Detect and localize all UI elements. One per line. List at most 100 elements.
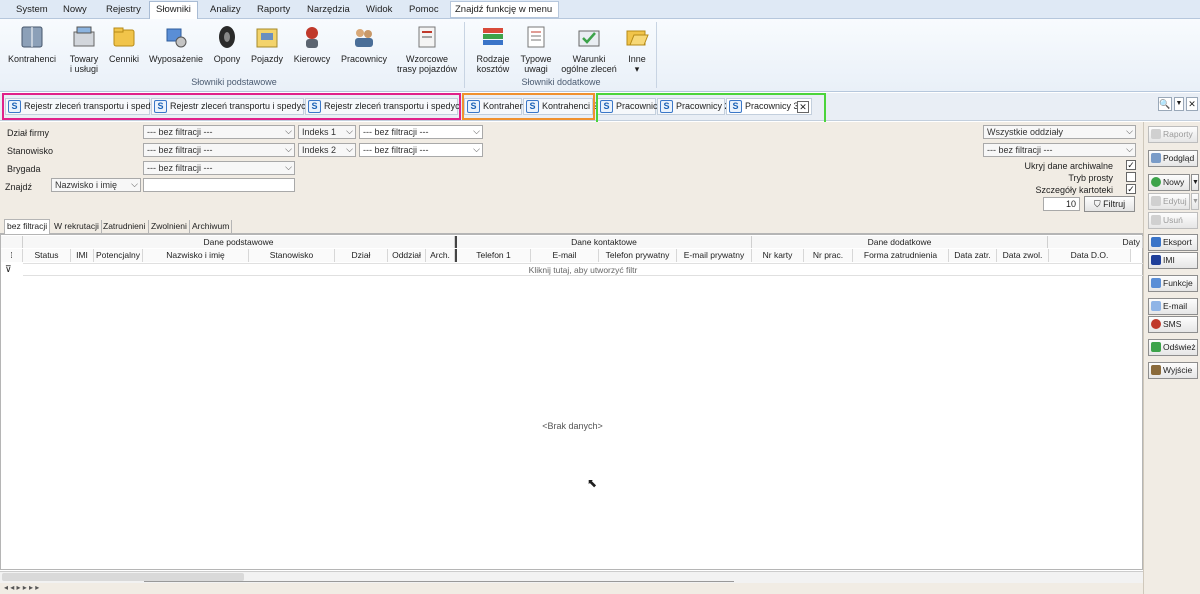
dzial-select[interactable]: --- bez filtracji ---	[143, 125, 295, 139]
col-stanowisko[interactable]: Stanowisko	[249, 249, 335, 262]
menu-narzedzia[interactable]: Narzędzia	[301, 2, 356, 19]
ribbon-pracownicy-button[interactable]: Pracownicy	[338, 24, 390, 64]
subtab-archiwum[interactable]: Archiwum	[190, 220, 233, 234]
ribbon-warunki-button[interactable]: Warunki ogólne zleceń	[558, 24, 620, 74]
ribbon-opony-button[interactable]: Opony	[210, 24, 244, 64]
index2-value-select[interactable]: --- bez filtracji ---	[359, 143, 483, 157]
ribbon-towary-button[interactable]: Towary i usługi	[64, 24, 104, 74]
menu-rejestry[interactable]: Rejestry	[100, 2, 147, 19]
label-stanowisko: Stanowisko	[7, 146, 54, 156]
nowy-dropdown-icon[interactable]: ▼	[1191, 174, 1199, 191]
index1-value-select[interactable]: --- bez filtracji ---	[359, 125, 483, 139]
col-arch[interactable]: Arch.	[426, 249, 455, 262]
filter-icon: ⛉	[1093, 199, 1104, 209]
ribbon-rodzaje-kosztow-button[interactable]: Rodzaje kosztów	[472, 24, 514, 74]
refresh-icon	[1151, 342, 1161, 352]
col-data-zwol[interactable]: Data zwol.	[997, 249, 1049, 262]
page-size-input[interactable]: 10	[1043, 197, 1080, 211]
card-details-checkbox[interactable]: ✓	[1126, 184, 1136, 194]
subtab-zwolnieni[interactable]: Zwolnieni	[149, 220, 190, 234]
ribbon-kierowcy-button[interactable]: Kierowcy	[291, 24, 333, 64]
filter-button[interactable]: ⛉ Filtruj	[1084, 196, 1135, 212]
ribbon-typowe-uwagi-button[interactable]: Typowe uwagi	[518, 24, 554, 74]
col-dzial[interactable]: Dział	[335, 249, 388, 262]
col-email-prywatny[interactable]: E-mail prywatny	[677, 249, 752, 262]
edytuj-button[interactable]: Edytuj	[1148, 193, 1190, 210]
col-nr-karty[interactable]: Nr karty	[752, 249, 804, 262]
col-status[interactable]: Status	[23, 249, 71, 262]
chevron-down-icon[interactable]: ▼	[1174, 97, 1184, 111]
group-label-basic: Słowniki podstawowe	[191, 77, 277, 87]
podglad-button[interactable]: Podgląd	[1148, 150, 1198, 167]
subtab-bez-filtracji[interactable]: bez filtracji	[4, 219, 51, 234]
index1-select[interactable]: Indeks 1	[298, 125, 356, 139]
menu-nowy[interactable]: Nowy	[57, 2, 93, 19]
ribbon-kontrahenci-button[interactable]: Kontrahenci	[6, 24, 58, 64]
edytuj-dropdown-icon[interactable]: ▼	[1191, 193, 1199, 210]
raporty-button[interactable]: Raporty	[1148, 126, 1198, 143]
eksport-button[interactable]: Eksport	[1148, 234, 1198, 251]
book-icon	[19, 24, 45, 50]
sms-button[interactable]: SMS	[1148, 316, 1198, 333]
col-forma-zatrudnienia[interactable]: Forma zatrudnienia	[853, 249, 949, 262]
search-icon[interactable]: 🔍	[1158, 97, 1172, 111]
menu-analizy[interactable]: Analizy	[204, 2, 247, 19]
funkcje-button[interactable]: Funkcje	[1148, 275, 1198, 292]
data-grid: Dane podstawowe Dane kontaktowe Dane dod…	[0, 234, 1143, 570]
highlight-kontrahenci-group	[462, 93, 595, 120]
branch-filter-select[interactable]: --- bez filtracji ---	[983, 143, 1136, 157]
col-telefon-prywatny[interactable]: Telefon prywatny	[599, 249, 677, 262]
col-imi[interactable]: IMI	[71, 249, 94, 262]
ribbon-pojazdy-button[interactable]: Pojazdy	[249, 24, 285, 64]
hide-archival-checkbox[interactable]: ✓	[1126, 160, 1136, 170]
footer-line	[144, 581, 734, 582]
ribbon-inne-button[interactable]: Inne ▾	[622, 24, 652, 74]
col-email[interactable]: E-mail	[531, 249, 599, 262]
search-by-select[interactable]: Nazwisko i imię	[51, 178, 141, 192]
menu-slowniki[interactable]: Słowniki	[149, 1, 198, 20]
label-hide-archival: Ukryj dane archiwalne	[1024, 161, 1113, 171]
branches-select[interactable]: Wszystkie oddziały	[983, 125, 1136, 139]
imi-button[interactable]: IMI	[1148, 252, 1198, 269]
col-telefon1[interactable]: Telefon 1	[455, 249, 531, 262]
index2-select[interactable]: Indeks 2	[298, 143, 356, 157]
scroll-thumb[interactable]	[2, 573, 244, 581]
label-znajdz: Znajdź	[5, 182, 33, 192]
usun-button[interactable]: Usuń	[1148, 212, 1198, 229]
col-data-zatr[interactable]: Data zatr.	[949, 249, 997, 262]
stanowisko-select[interactable]: --- bez filtracji ---	[143, 143, 295, 157]
menu-widok[interactable]: Widok	[360, 2, 398, 19]
menu-pomoc[interactable]: Pomoc	[403, 2, 445, 19]
sub-tabs: bez filtracji W rekrutacji Zatrudnieni Z…	[0, 217, 1143, 234]
simple-mode-checkbox[interactable]	[1126, 172, 1136, 182]
search-input[interactable]	[143, 178, 295, 192]
close-all-icon[interactable]: ✕	[1186, 97, 1198, 111]
menu-raporty[interactable]: Raporty	[251, 2, 296, 19]
find-function-box[interactable]: Znajdź funkcję w menu	[450, 1, 559, 18]
odswiez-button[interactable]: Odśwież	[1148, 339, 1198, 356]
menu-system[interactable]: System	[10, 2, 54, 19]
col-data-do[interactable]: Data D.O.	[1049, 249, 1131, 262]
preview-icon	[1151, 153, 1161, 163]
col-oddzial[interactable]: Oddział	[388, 249, 426, 262]
col-nr-prac[interactable]: Nr prac.	[804, 249, 853, 262]
tire-icon	[214, 24, 240, 50]
sms-icon	[1151, 319, 1161, 329]
brygada-select[interactable]: --- bez filtracji ---	[143, 161, 295, 175]
horizontal-scrollbar[interactable]: 0	[0, 571, 1143, 583]
ribbon-cenniki-button[interactable]: Cenniki	[106, 24, 142, 64]
subtab-w-rekrutacji[interactable]: W rekrutacji	[52, 220, 102, 234]
nowy-button[interactable]: Nowy	[1148, 174, 1190, 191]
label-dzial: Dział firmy	[7, 128, 49, 138]
label-simple-mode: Tryb prosty	[1068, 173, 1113, 183]
ribbon-wzorcowe-trasy-button[interactable]: Wzorcowe trasy pojazdów	[394, 24, 460, 74]
wyjscie-button[interactable]: Wyjście	[1148, 362, 1198, 379]
subtab-zatrudnieni[interactable]: Zatrudnieni	[101, 220, 149, 234]
ribbon-wyposazenie-button[interactable]: Wyposażenie	[146, 24, 206, 64]
filter-row[interactable]: Kliknij tutaj, aby utworzyć filtr	[23, 263, 1143, 276]
exit-icon	[1151, 365, 1161, 375]
col-nazwisko[interactable]: Nazwisko i imię	[143, 249, 249, 262]
col-potencjalny[interactable]: Potencjalny	[94, 249, 143, 262]
email-button[interactable]: E-mail	[1148, 298, 1198, 315]
nav-arrows-icon[interactable]: ◂ ◂ ▸ ▸ ▸ ▸	[4, 583, 39, 592]
